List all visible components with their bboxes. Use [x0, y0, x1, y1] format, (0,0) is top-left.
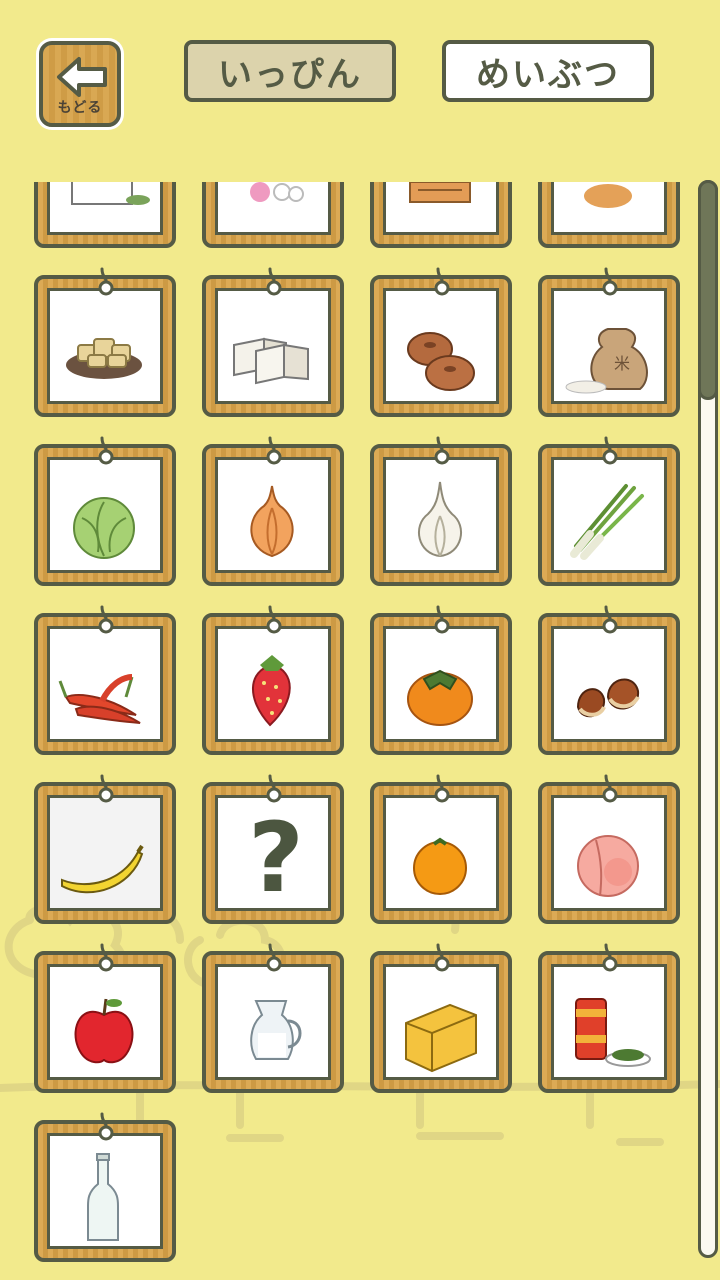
collection-card[interactable] [30, 182, 176, 248]
hook-icon [98, 267, 114, 296]
collection-card[interactable] [30, 1112, 176, 1262]
hook-icon [266, 436, 282, 465]
hook-icon [434, 943, 450, 972]
collection-card[interactable] [366, 774, 512, 924]
cheese-icon [405, 1003, 477, 1073]
hook-icon [434, 267, 450, 296]
hook-icon [266, 774, 282, 803]
collection-card[interactable] [198, 182, 344, 248]
collection-card[interactable] [534, 182, 680, 248]
tofu-icon [233, 337, 309, 385]
collection-card[interactable]: ? [198, 774, 344, 924]
onion-icon [250, 485, 294, 558]
hook-icon [266, 943, 282, 972]
collection-card[interactable] [30, 436, 176, 586]
hook-icon [602, 436, 618, 465]
back-label: もどる [57, 100, 103, 116]
hook-icon [98, 943, 114, 972]
glass-bottle-icon [87, 1153, 119, 1241]
back-button[interactable]: もどる [36, 38, 124, 130]
green-onion-icon [570, 484, 644, 560]
hook-icon [602, 605, 618, 634]
hook-icon [602, 943, 618, 972]
collection-card[interactable] [534, 774, 680, 924]
item-grid: 米? [30, 182, 692, 1262]
collection-card[interactable] [366, 267, 512, 417]
hook-icon [434, 436, 450, 465]
hook-icon [98, 774, 114, 803]
hook-icon [98, 1112, 114, 1141]
garlic-icon [418, 481, 462, 558]
collection-card[interactable] [366, 605, 512, 755]
collection-card[interactable] [534, 436, 680, 586]
collection-card[interactable] [198, 943, 344, 1093]
flower-candy-icon [250, 182, 304, 202]
scroll-thumb[interactable] [698, 180, 718, 400]
apple-icon [74, 998, 134, 1064]
collection-card[interactable] [366, 436, 512, 586]
top-bar: もどる いっぴん めいぶつ [0, 0, 720, 170]
hook-icon [602, 267, 618, 296]
peach-icon [577, 835, 639, 897]
chili-pepper-icon [58, 674, 141, 724]
collection-card[interactable] [30, 605, 176, 755]
collection-card[interactable] [30, 267, 176, 417]
hook-icon [98, 605, 114, 634]
persimmon-icon [407, 669, 473, 726]
collection-card[interactable] [198, 605, 344, 755]
svg-text:米: 米 [614, 354, 630, 373]
collection-card[interactable] [198, 267, 344, 417]
hook-icon [602, 774, 618, 803]
collection-card[interactable]: 米 [534, 267, 680, 417]
collection-card[interactable] [30, 774, 176, 924]
cabbage-icon [73, 497, 135, 559]
strawberry-icon [252, 655, 291, 727]
tab-meibutsu[interactable]: めいぶつ [442, 40, 654, 102]
rice-cracker-icon [409, 182, 471, 203]
fried-tofu-plate-icon [66, 338, 142, 379]
collection-card[interactable] [534, 943, 680, 1093]
scrollbar[interactable] [698, 180, 720, 1260]
back-arrow-icon [57, 57, 107, 97]
collection-card[interactable] [534, 605, 680, 755]
milk-pitcher-icon [250, 1000, 302, 1060]
question-mark-icon: ? [248, 802, 304, 914]
manju-buns-icon [407, 332, 475, 391]
tofu-block-icon [71, 182, 150, 205]
hook-icon [434, 774, 450, 803]
hook-icon [266, 267, 282, 296]
bun-icon [584, 184, 632, 208]
collection-card[interactable] [198, 436, 344, 586]
tab-ippin[interactable]: いっぴん [184, 40, 396, 102]
hook-icon [266, 605, 282, 634]
collection-card[interactable] [366, 182, 512, 248]
collection-card[interactable] [30, 943, 176, 1093]
collection-card[interactable] [366, 943, 512, 1093]
hook-icon [434, 605, 450, 634]
hook-icon [98, 436, 114, 465]
banana-icon [61, 844, 144, 894]
rice-sack-icon: 米 [565, 328, 648, 394]
tea-can-icon [575, 998, 651, 1067]
mandarin-orange-icon [413, 837, 467, 895]
chestnut-icon [576, 678, 640, 718]
